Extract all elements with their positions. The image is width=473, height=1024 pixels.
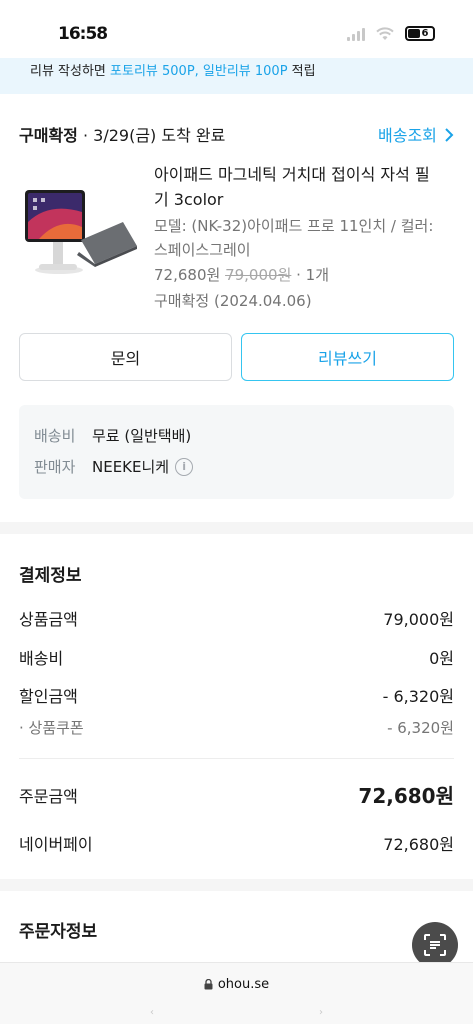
section-divider xyxy=(0,522,473,534)
info-icon[interactable]: i xyxy=(175,457,194,476)
status-icons: 6 xyxy=(347,26,435,41)
payment-row-shipping: 배송비 0원 xyxy=(19,645,454,669)
order-status: 구매확정 · 3/29(금) 도착 완료 xyxy=(19,122,225,146)
banner-suffix: 적립 xyxy=(287,64,316,79)
payment-row-value: - 6,320원 xyxy=(382,687,454,706)
cellular-signal-icon xyxy=(347,27,365,41)
track-delivery-link[interactable]: 배송조회 xyxy=(378,122,454,146)
status-time: 16:58 xyxy=(58,24,108,44)
order-status-detail: · 3/29(금) 도착 완료 xyxy=(77,126,226,145)
payment-row-value: 0원 xyxy=(429,649,454,668)
inquiry-button[interactable]: 문의 xyxy=(19,333,232,381)
orderer-info-title: 주문자정보 xyxy=(19,922,98,942)
shipping-fee-value: 무료 (일반택배) xyxy=(92,427,192,445)
payment-method-label: 네이버페이 xyxy=(19,835,93,854)
payment-row-value: 79,000원 xyxy=(383,610,454,629)
order-header: 구매확정 · 3/29(금) 도착 완료 배송조회 xyxy=(19,122,454,146)
banner-accent: 포토리뷰 500P, 일반리뷰 100P xyxy=(110,64,288,79)
order-status-label: 구매확정 xyxy=(19,126,78,145)
payment-row-label: 할인금액 xyxy=(19,687,78,706)
battery-level: 6 xyxy=(421,28,429,39)
shipping-fee-label: 배송비 xyxy=(34,427,76,445)
wifi-icon xyxy=(376,26,394,40)
product-quantity: · 1개 xyxy=(291,266,330,284)
payment-row-label: 상품금액 xyxy=(19,610,78,629)
product-original-price: 79,000원 xyxy=(225,266,292,284)
delivery-info-box: 배송비 무료 (일반택배) 판매자 NEEKE니케 i xyxy=(19,405,454,499)
banner-text: 리뷰 작성하면 포토리뷰 500P, 일반리뷰 100P 적립 xyxy=(30,60,316,79)
payment-info-title: 결제정보 xyxy=(19,566,82,586)
browser-nav-hints: ‹ › xyxy=(150,1007,323,1018)
shipping-fee-row: 배송비 무료 (일반택배) xyxy=(34,425,191,446)
product-title[interactable]: 아이패드 마그네틱 거치대 접이식 자석 필기 3color xyxy=(154,162,444,212)
forward-hint-icon[interactable]: › xyxy=(319,1007,323,1018)
payment-row-value: - 6,320원 xyxy=(387,719,454,737)
payment-divider xyxy=(19,758,454,759)
back-hint-icon[interactable]: ‹ xyxy=(150,1007,154,1018)
product-thumbnail[interactable] xyxy=(19,182,139,282)
product-price: 72,680원 xyxy=(154,266,221,284)
payment-row-label: 배송비 xyxy=(19,649,64,668)
write-review-button[interactable]: 리뷰쓰기 xyxy=(241,333,454,381)
payment-row-product: 상품금액 79,000원 xyxy=(19,606,454,630)
seller-row: 판매자 NEEKE니케 i xyxy=(34,456,194,477)
review-reward-banner[interactable]: 리뷰 작성하면 포토리뷰 500P, 일반리뷰 100P 적립 xyxy=(0,58,473,94)
track-delivery-label: 배송조회 xyxy=(378,126,437,145)
section-divider xyxy=(0,879,473,891)
payment-method-row: 네이버페이 72,680원 xyxy=(19,831,454,855)
scan-text-icon xyxy=(424,934,446,956)
order-total-value: 72,680원 xyxy=(358,784,454,808)
payment-method-value: 72,680원 xyxy=(383,835,454,854)
product-option: 모델: (NK-32)아이패드 프로 11인치 / 컬러: 스페이스그레이 xyxy=(154,217,434,259)
order-total-label: 주문금액 xyxy=(19,787,78,806)
url-display[interactable]: ohou.se xyxy=(0,977,473,992)
banner-prefix: 리뷰 작성하면 xyxy=(30,64,111,79)
payment-row-discount: 할인금액 - 6,320원 xyxy=(19,683,454,707)
seller-name[interactable]: NEEKE니케 xyxy=(92,456,169,477)
chevron-right-icon xyxy=(445,128,454,142)
purchase-confirmed-date: 구매확정 (2024.04.06) xyxy=(154,292,312,310)
lock-icon xyxy=(204,979,213,990)
browser-address-bar[interactable]: ohou.se ‹ › xyxy=(0,962,473,1024)
payment-row-coupon: · 상품쿠폰 - 6,320원 xyxy=(19,717,454,738)
order-total-row: 주문금액 72,680원 xyxy=(19,783,454,808)
url-text: ohou.se xyxy=(217,977,270,992)
product-item[interactable]: 아이패드 마그네틱 거치대 접이식 자석 필기 3color 모델: (NK-3… xyxy=(19,160,454,320)
product-price-line: 72,680원 79,000원 · 1개 xyxy=(154,264,329,285)
payment-row-label: · 상품쿠폰 xyxy=(19,719,84,737)
seller-label: 판매자 xyxy=(34,458,76,476)
battery-icon: 6 xyxy=(405,26,435,41)
